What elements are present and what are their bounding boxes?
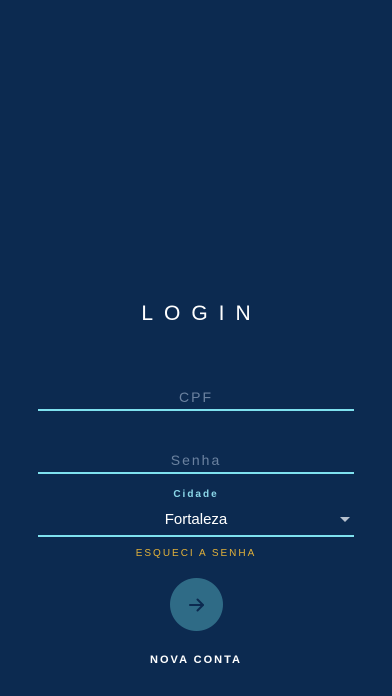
new-account-link[interactable]: NOVA CONTA [0, 654, 392, 666]
arrow-right-icon [188, 598, 204, 611]
submit-button[interactable] [170, 578, 223, 631]
cidade-select[interactable]: Cidade Fortaleza [38, 487, 354, 539]
cidade-selected-value[interactable]: Fortaleza [38, 511, 354, 528]
dropdown-caret-icon[interactable] [340, 517, 350, 522]
forgot-password-link[interactable]: ESQUECI A SENHA [0, 548, 392, 559]
senha-underline [38, 472, 354, 474]
cpf-field [38, 380, 354, 413]
cpf-underline [38, 409, 354, 411]
cpf-input[interactable] [38, 387, 354, 407]
cidade-label: Cidade [173, 489, 219, 500]
senha-field [38, 442, 354, 475]
senha-input[interactable] [38, 450, 354, 470]
cidade-underline [38, 535, 354, 537]
page-title: LOGIN [141, 302, 262, 325]
